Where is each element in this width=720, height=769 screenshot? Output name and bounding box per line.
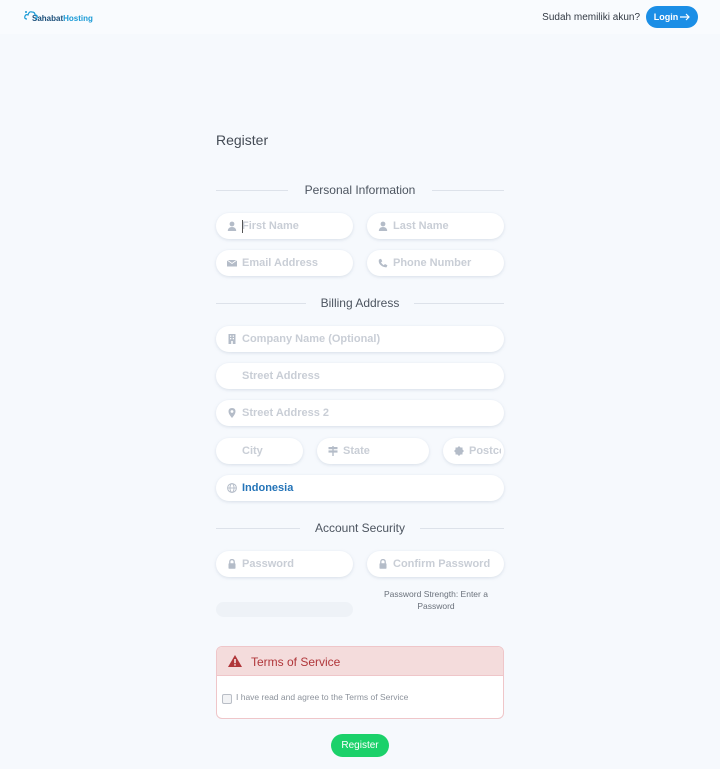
country-value: Indonesia <box>242 482 294 494</box>
map-marker-icon <box>228 408 236 418</box>
last-name-input[interactable] <box>393 213 493 239</box>
lock-icon <box>379 559 387 569</box>
envelope-icon <box>227 259 237 267</box>
top-bar: SahabatHosting Sudah memiliki akun? Logi… <box>0 0 720 34</box>
phone-input[interactable] <box>393 250 497 276</box>
terms-of-service-title: Terms of Service <box>251 655 341 669</box>
email-field[interactable] <box>216 250 353 276</box>
user-icon <box>227 221 237 231</box>
confirm-password-input[interactable] <box>393 551 501 577</box>
terms-of-service-panel: Terms of Service I have read and agree t… <box>216 646 504 719</box>
section-account-security: Account Security <box>216 521 504 537</box>
phone-icon <box>378 258 388 268</box>
company-input[interactable] <box>242 326 492 352</box>
login-label: Login <box>653 12 679 22</box>
first-name-field[interactable] <box>216 213 353 239</box>
agree-tos-label[interactable]: I have read and agree to the Terms of Se… <box>236 692 408 702</box>
have-account-text: Sudah memiliki akun? <box>542 12 640 23</box>
postcode-input[interactable] <box>469 438 501 464</box>
company-field[interactable] <box>216 326 504 352</box>
country-select[interactable]: Indonesia <box>216 475 504 501</box>
brand-logo[interactable]: SahabatHosting <box>24 10 93 26</box>
arrow-right-icon <box>680 13 691 21</box>
section-personal-information: Personal Information <box>216 183 504 199</box>
city-field[interactable] <box>216 438 303 464</box>
brand-name-part2: Hosting <box>63 13 93 23</box>
building-icon <box>228 334 236 344</box>
text-caret <box>242 220 243 233</box>
street-address-2-input[interactable] <box>242 400 492 426</box>
agree-tos-checkbox[interactable] <box>222 694 232 704</box>
certificate-icon <box>454 446 464 456</box>
section-billing-address: Billing Address <box>216 296 504 312</box>
password-strength-text: Password Strength: Enter a Password <box>384 589 488 611</box>
first-name-input[interactable] <box>242 213 342 239</box>
section-label: Personal Information <box>294 183 426 197</box>
login-button[interactable]: Login <box>646 6 698 28</box>
password-strength-bar <box>216 602 353 617</box>
register-button[interactable]: Register <box>331 734 389 757</box>
state-input[interactable] <box>343 438 423 464</box>
brand-name: SahabatHosting <box>32 14 93 23</box>
postcode-field[interactable] <box>443 438 504 464</box>
street-address-2-field[interactable] <box>216 400 504 426</box>
cloud-icon <box>24 11 38 20</box>
lock-icon <box>228 559 236 569</box>
email-input[interactable] <box>242 250 346 276</box>
signpost-icon <box>328 446 338 456</box>
phone-field[interactable] <box>367 250 504 276</box>
page-title: Register <box>216 132 269 148</box>
user-icon <box>378 221 388 231</box>
password-field[interactable] <box>216 551 353 577</box>
city-input[interactable] <box>242 438 297 464</box>
state-field[interactable] <box>317 438 429 464</box>
street-address-field[interactable] <box>216 363 504 389</box>
globe-icon <box>227 483 237 493</box>
terms-of-service-header: Terms of Service <box>217 647 503 676</box>
confirm-password-field[interactable] <box>367 551 504 577</box>
street-address-input[interactable] <box>242 363 492 389</box>
section-label: Billing Address <box>310 296 410 310</box>
section-label: Account Security <box>304 521 416 535</box>
password-input[interactable] <box>242 551 342 577</box>
last-name-field[interactable] <box>367 213 504 239</box>
warning-icon <box>228 655 242 667</box>
